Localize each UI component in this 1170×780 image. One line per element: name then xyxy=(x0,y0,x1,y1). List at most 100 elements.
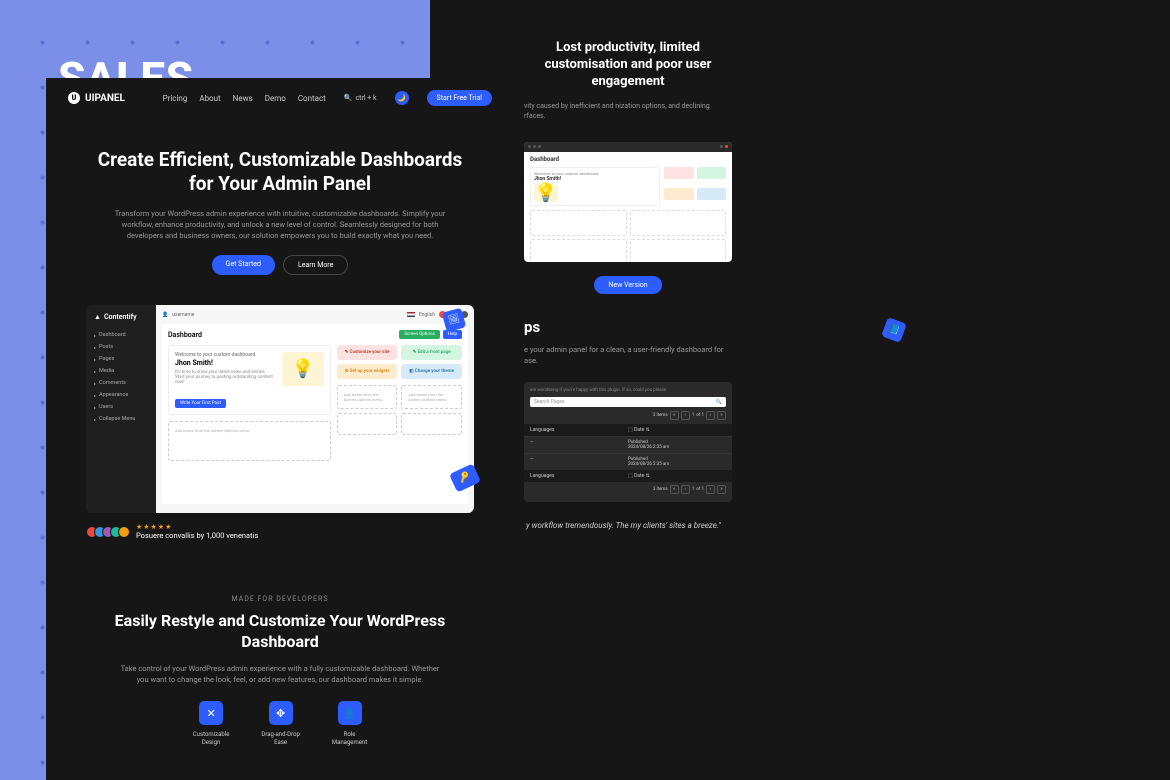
hero-title: Create Efficient, Customizable Dashboard… xyxy=(86,148,474,196)
landing-preview-main: U UIPANEL Pricing About News Demo Contac… xyxy=(46,78,514,780)
hero-buttons: Get Started Learn More xyxy=(86,255,474,275)
feature-customizable: ✕ CustomizableDesign xyxy=(193,701,230,747)
flag-icon xyxy=(407,312,415,317)
mock-nav-item: Appearance xyxy=(94,389,148,401)
pb-welcome-card: Welcome to your custom dashboard Jhon Sm… xyxy=(530,167,660,206)
mock-topbar: 👤 username English xyxy=(162,311,468,318)
welcome-card: Welcome to your custom dashboard Jhon Sm… xyxy=(168,345,331,415)
mock-lang: English xyxy=(419,312,435,318)
mock-header: Dashboard Screen Options Help xyxy=(168,330,462,339)
design-icon: ✕ xyxy=(199,701,223,725)
learn-more-button[interactable]: Learn More xyxy=(283,255,348,275)
pb-pagination: 3 items «‹ 1of 1 ›» xyxy=(524,482,732,498)
nav-about[interactable]: About xyxy=(199,94,220,103)
pb-tile xyxy=(697,188,727,200)
brand-logo[interactable]: U UIPANEL xyxy=(68,92,125,104)
new-version-button[interactable]: New Version xyxy=(594,276,661,294)
nav-links: Pricing About News Demo Contact xyxy=(163,94,326,103)
search-icon: 🔍 xyxy=(716,399,722,405)
search-label: ctrl + k xyxy=(356,94,377,102)
tile-widgets: ⚙ Set up your widgets xyxy=(337,364,398,379)
testimonial-quote: y workflow tremendously. The my clients'… xyxy=(516,520,740,532)
avatar-stack xyxy=(86,526,130,538)
pb-pagination: 3 items « ‹ 1of 1 › » xyxy=(524,411,732,424)
feature-icons-row: ✕ CustomizableDesign ✥ Drag-and-DropEase… xyxy=(86,701,474,747)
social-proof: ★★★★★ Posuere convallis by 1,000 venenat… xyxy=(86,523,474,540)
dashed-dropzone xyxy=(337,413,398,435)
pb-dash-title: Dashboard xyxy=(530,156,726,163)
dashed-dropzone xyxy=(401,413,462,435)
pager-prev: ‹ xyxy=(681,411,690,420)
help-button: Help xyxy=(443,330,462,339)
table-row: —Published2024/08/26 2:35 am xyxy=(524,436,732,453)
mock-nav-item: Collapse Menu xyxy=(94,413,148,425)
mock-nav-item: Dashboard xyxy=(94,329,148,341)
table-row: —Published2024/08/26 2:35 am xyxy=(524,453,732,470)
dashed-dropzone: Add boxes from the Screen Options menu xyxy=(337,385,398,409)
pb-tile xyxy=(664,167,694,179)
section-desc: Take control of your WordPress admin exp… xyxy=(120,663,440,686)
dashed-dropzone: Add boxes from the Screen Options menu xyxy=(401,385,462,409)
theme-toggle[interactable]: 🌙 xyxy=(395,91,409,105)
developers-section: MADE FOR DEVELOPERS Easily Restyle and C… xyxy=(46,595,514,747)
pb-dropzone xyxy=(530,239,627,262)
mock-nav-item: Users xyxy=(94,401,148,413)
screen-options-button: Screen Options xyxy=(399,330,439,339)
items-count: 3 items xyxy=(653,413,668,418)
mock-title: Dashboard xyxy=(168,331,202,339)
table-header: Languages⬚ Date ⇅ xyxy=(524,424,732,436)
pb-heading-cropped: ps xyxy=(516,318,740,336)
user-icon: 👤 xyxy=(338,701,362,725)
welcome-name: Jhon Smith! xyxy=(175,359,276,367)
start-trial-button[interactable]: Start Free Trial xyxy=(427,90,492,106)
mock-main: 👤 username English Dashboard Screen Opti… xyxy=(156,305,474,513)
pb-dropzone xyxy=(630,210,727,236)
user-icon: 👤 xyxy=(162,312,168,318)
mock-nav-item: Comments xyxy=(94,377,148,389)
pager-first: « xyxy=(670,411,679,420)
welcome-subtitle: Welcome to your custom dashboard xyxy=(175,352,276,358)
hero-description: Transform your WordPress admin experienc… xyxy=(105,208,455,242)
bulb-illustration xyxy=(534,184,558,202)
pb-desc2: e your admin panel for a clean, a user-f… xyxy=(516,344,740,367)
mock-nav-item: Pages xyxy=(94,353,148,365)
avatar xyxy=(725,145,728,148)
mock-nav-item: Media xyxy=(94,365,148,377)
table-footer: Languages⬚ Date ⇅ xyxy=(524,470,732,482)
mock-nav-item: Posts xyxy=(94,341,148,353)
pb-titlebar xyxy=(524,142,732,152)
mock-content: Dashboard Screen Options Help Welcome to… xyxy=(162,324,468,504)
mock-brand: ▲Contentify xyxy=(94,313,148,321)
logo-mark: U xyxy=(68,92,80,104)
get-started-button[interactable]: Get Started xyxy=(212,255,275,275)
write-post-button: Write Your First Post xyxy=(175,399,226,408)
nav-news[interactable]: News xyxy=(233,94,253,103)
pager-last: » xyxy=(717,411,726,420)
pb-dashboard-mock: Dashboard Welcome to your custom dashboa… xyxy=(524,142,732,262)
landing-preview-side: Lost productivity, limited customisation… xyxy=(516,0,740,780)
pb-tile xyxy=(664,188,694,200)
avatar xyxy=(720,145,723,148)
search-shortcut[interactable]: 🔍 ctrl + k xyxy=(344,94,377,102)
welcome-desc: It's time to show your latest news and s… xyxy=(175,370,276,385)
dashboard-mockup: ▲Contentify Dashboard Posts Pages Media … xyxy=(86,305,474,513)
nav-contact[interactable]: Contact xyxy=(298,94,326,103)
search-icon: 🔍 xyxy=(344,94,353,102)
pb-table-mock: are wondering if you're happy with this … xyxy=(524,382,732,502)
nav-demo[interactable]: Demo xyxy=(265,94,286,103)
action-tiles: ✎ Customize your site ✎ Edit a front pag… xyxy=(337,345,462,379)
pager-next: › xyxy=(706,411,715,420)
proof-text: Posuere convallis by 1,000 venenatis xyxy=(136,531,258,540)
move-icon: ✥ xyxy=(269,701,293,725)
pb-dropzone xyxy=(530,210,627,236)
pb-desc: vity caused by inefficient and nization … xyxy=(516,101,740,122)
tile-theme: ◧ Change your theme xyxy=(401,364,462,379)
nav-pricing[interactable]: Pricing xyxy=(163,94,188,103)
mock-sidebar: ▲Contentify Dashboard Posts Pages Media … xyxy=(86,305,156,513)
dashed-dropzone: Add boxes from the Screen Options menu xyxy=(168,421,331,461)
hero-section: Create Efficient, Customizable Dashboard… xyxy=(46,118,514,285)
pb-title: Lost productivity, limited customisation… xyxy=(516,40,740,91)
tile-customize: ✎ Customize your site xyxy=(337,345,398,360)
bulb-illustration xyxy=(282,352,324,386)
section-eyebrow: MADE FOR DEVELOPERS xyxy=(86,595,474,603)
